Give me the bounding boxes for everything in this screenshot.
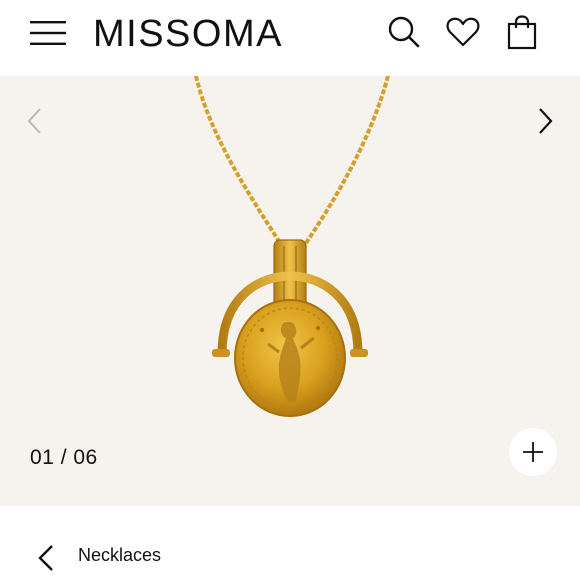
image-counter: 01 / 06 <box>30 446 98 469</box>
breadcrumb: Necklaces <box>0 506 580 580</box>
product-image <box>194 76 390 417</box>
product-gallery[interactable]: 01 / 06 <box>0 76 580 506</box>
zoom-button[interactable] <box>509 428 557 476</box>
plus-icon <box>523 442 543 462</box>
search-icon[interactable] <box>386 14 422 50</box>
site-header: MISSOMA <box>0 0 580 76</box>
previous-image-arrow-icon[interactable] <box>20 104 50 138</box>
bag-icon[interactable] <box>504 14 540 50</box>
back-chevron-icon[interactable] <box>34 543 58 573</box>
menu-icon[interactable] <box>28 18 68 48</box>
next-image-arrow-icon[interactable] <box>530 104 560 138</box>
brand-logo[interactable]: MISSOMA <box>93 12 283 56</box>
breadcrumb-link-necklaces[interactable]: Necklaces <box>78 545 161 566</box>
heart-icon[interactable] <box>445 14 481 50</box>
